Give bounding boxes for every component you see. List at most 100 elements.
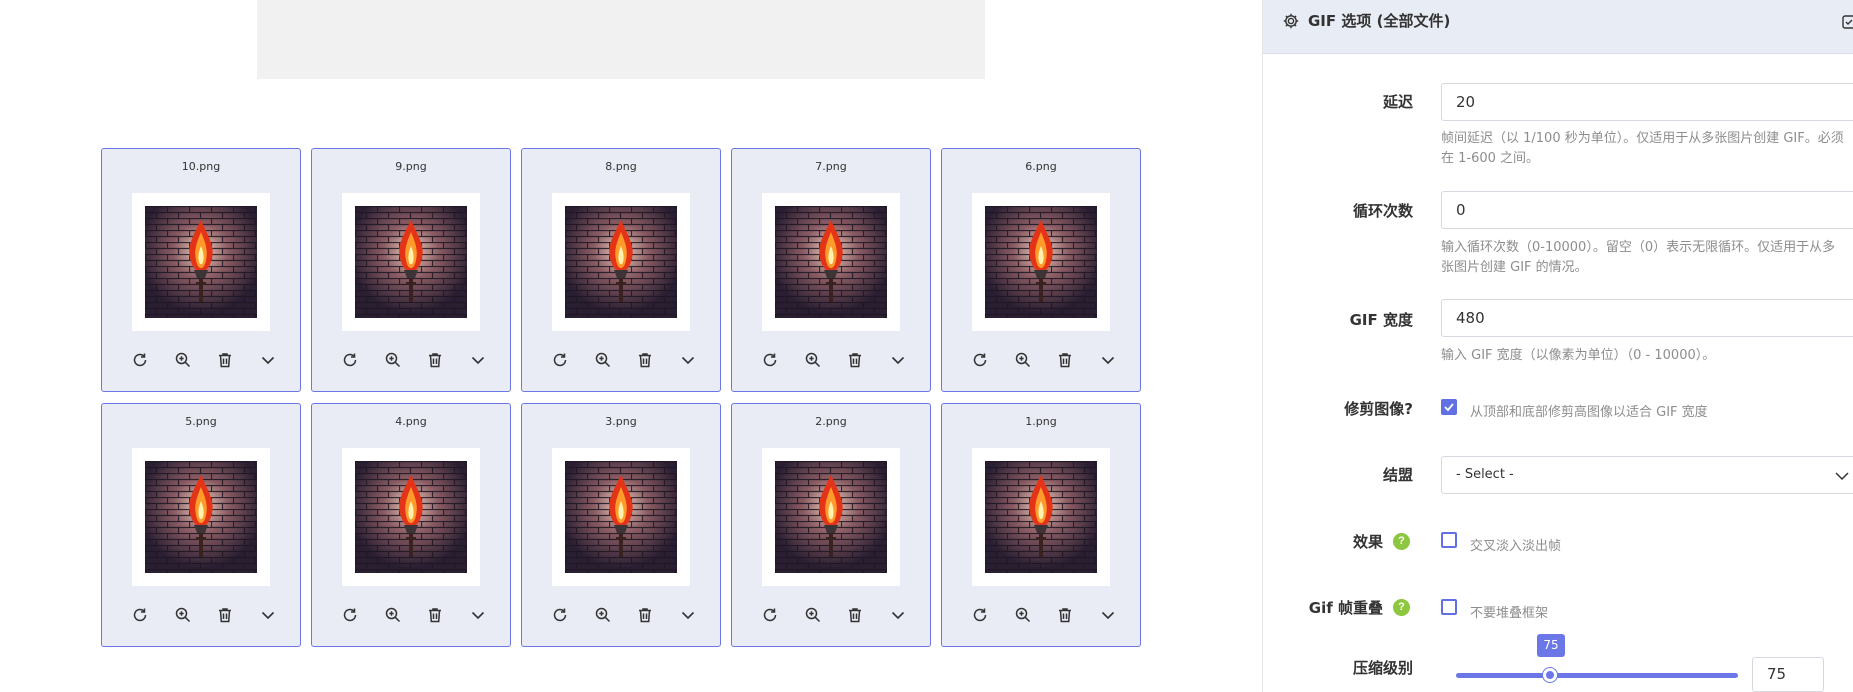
rotate-icon[interactable] bbox=[759, 349, 781, 371]
loop-input[interactable] bbox=[1441, 191, 1853, 229]
alliance-select-value: - Select - bbox=[1456, 467, 1514, 482]
no-stack-checkbox[interactable] bbox=[1441, 599, 1457, 615]
compression-slider-track[interactable] bbox=[1456, 673, 1738, 678]
zoom-in-icon[interactable] bbox=[382, 349, 404, 371]
rotate-icon[interactable] bbox=[129, 604, 151, 626]
file-card[interactable]: 9.png bbox=[311, 148, 511, 392]
help-icon[interactable]: ? bbox=[1393, 533, 1410, 550]
crop-option-label: 从顶部和底部修剪高图像以适合 GIF 宽度 bbox=[1470, 405, 1708, 420]
zoom-in-icon[interactable] bbox=[592, 604, 614, 626]
rotate-icon[interactable] bbox=[759, 604, 781, 626]
file-card[interactable]: 10.png bbox=[101, 148, 301, 392]
torch-image bbox=[775, 206, 887, 318]
card-actions bbox=[129, 349, 279, 371]
rotate-icon[interactable] bbox=[549, 349, 571, 371]
trash-icon[interactable] bbox=[844, 349, 866, 371]
file-card[interactable]: 4.png bbox=[311, 403, 511, 647]
torch-image bbox=[775, 461, 887, 573]
trash-icon[interactable] bbox=[214, 349, 236, 371]
file-name: 8.png bbox=[605, 160, 637, 173]
chevron-down-icon[interactable] bbox=[1097, 604, 1119, 626]
gif-width-input[interactable] bbox=[1441, 299, 1853, 337]
trash-icon[interactable] bbox=[634, 349, 656, 371]
trash-icon[interactable] bbox=[844, 604, 866, 626]
collapse-icon[interactable] bbox=[1842, 13, 1853, 36]
file-name: 5.png bbox=[185, 415, 217, 428]
zoom-in-icon[interactable] bbox=[172, 349, 194, 371]
effect-label: 效果 bbox=[1352, 533, 1383, 551]
file-card[interactable]: 7.png bbox=[731, 148, 931, 392]
torch-image bbox=[145, 461, 257, 573]
delay-label: 延迟 bbox=[1382, 93, 1413, 111]
card-actions bbox=[969, 349, 1119, 371]
file-card[interactable]: 3.png bbox=[521, 403, 721, 647]
chevron-down-icon[interactable] bbox=[257, 604, 279, 626]
torch-image bbox=[145, 206, 257, 318]
file-card[interactable]: 8.png bbox=[521, 148, 721, 392]
trash-icon[interactable] bbox=[634, 604, 656, 626]
compression-slider-thumb[interactable] bbox=[1543, 668, 1557, 682]
rotate-icon[interactable] bbox=[339, 349, 361, 371]
crop-label: 修剪图像? bbox=[1344, 400, 1413, 418]
torch-image bbox=[985, 206, 1097, 318]
zoom-in-icon[interactable] bbox=[592, 349, 614, 371]
rotate-icon[interactable] bbox=[129, 349, 151, 371]
zoom-in-icon[interactable] bbox=[1012, 349, 1034, 371]
chevron-down-icon[interactable] bbox=[677, 604, 699, 626]
card-actions bbox=[339, 349, 489, 371]
loop-label: 循环次数 bbox=[1352, 202, 1413, 220]
card-actions bbox=[549, 349, 699, 371]
delay-input[interactable] bbox=[1441, 83, 1853, 121]
trash-icon[interactable] bbox=[214, 604, 236, 626]
zoom-in-icon[interactable] bbox=[382, 604, 404, 626]
crop-checkbox[interactable] bbox=[1441, 399, 1457, 415]
rotate-icon[interactable] bbox=[969, 349, 991, 371]
alliance-select[interactable]: - Select - bbox=[1441, 456, 1853, 494]
file-card[interactable]: 6.png bbox=[941, 148, 1141, 392]
file-thumbnail bbox=[342, 193, 480, 331]
torch-image bbox=[355, 206, 467, 318]
chevron-down-icon[interactable] bbox=[1097, 349, 1119, 371]
file-card[interactable]: 2.png bbox=[731, 403, 931, 647]
trash-icon[interactable] bbox=[1054, 604, 1076, 626]
rotate-icon[interactable] bbox=[969, 604, 991, 626]
compression-value-input[interactable]: 75 bbox=[1752, 657, 1824, 692]
torch-image bbox=[355, 461, 467, 573]
chevron-down-icon bbox=[1834, 469, 1850, 488]
chevron-down-icon[interactable] bbox=[887, 604, 909, 626]
trash-icon[interactable] bbox=[424, 604, 446, 626]
chevron-down-icon[interactable] bbox=[677, 349, 699, 371]
help-icon[interactable]: ? bbox=[1393, 599, 1410, 616]
trash-icon[interactable] bbox=[1054, 349, 1076, 371]
zoom-in-icon[interactable] bbox=[802, 349, 824, 371]
trash-icon[interactable] bbox=[424, 349, 446, 371]
file-thumbnail bbox=[552, 193, 690, 331]
rotate-icon[interactable] bbox=[549, 604, 571, 626]
chevron-down-icon[interactable] bbox=[887, 349, 909, 371]
rotate-icon[interactable] bbox=[339, 604, 361, 626]
compression-label: 压缩级别 bbox=[1352, 659, 1413, 677]
zoom-in-icon[interactable] bbox=[1012, 604, 1034, 626]
torch-image bbox=[565, 461, 677, 573]
compression-slider-bubble: 75 bbox=[1537, 634, 1565, 657]
file-thumbnail bbox=[342, 448, 480, 586]
gear-icon bbox=[1282, 12, 1300, 35]
crossfade-checkbox[interactable] bbox=[1441, 532, 1457, 548]
zoom-in-icon[interactable] bbox=[802, 604, 824, 626]
card-actions bbox=[759, 604, 909, 626]
file-name: 3.png bbox=[605, 415, 637, 428]
chevron-down-icon[interactable] bbox=[467, 604, 489, 626]
file-thumbnail bbox=[972, 448, 1110, 586]
file-name: 4.png bbox=[395, 415, 427, 428]
zoom-in-icon[interactable] bbox=[172, 604, 194, 626]
card-actions bbox=[129, 604, 279, 626]
card-actions bbox=[339, 604, 489, 626]
gif-options-panel: GIF 选项 (全部文件) 延迟 帧间延迟（以 1/100 秒为单位）。仅适用于… bbox=[1262, 0, 1853, 692]
chevron-down-icon[interactable] bbox=[257, 349, 279, 371]
file-card[interactable]: 5.png bbox=[101, 403, 301, 647]
card-actions bbox=[549, 604, 699, 626]
file-card[interactable]: 1.png bbox=[941, 403, 1141, 647]
chevron-down-icon[interactable] bbox=[467, 349, 489, 371]
overlap-label: Gif 帧重叠 bbox=[1308, 599, 1383, 617]
gif-width-label: GIF 宽度 bbox=[1349, 311, 1413, 329]
